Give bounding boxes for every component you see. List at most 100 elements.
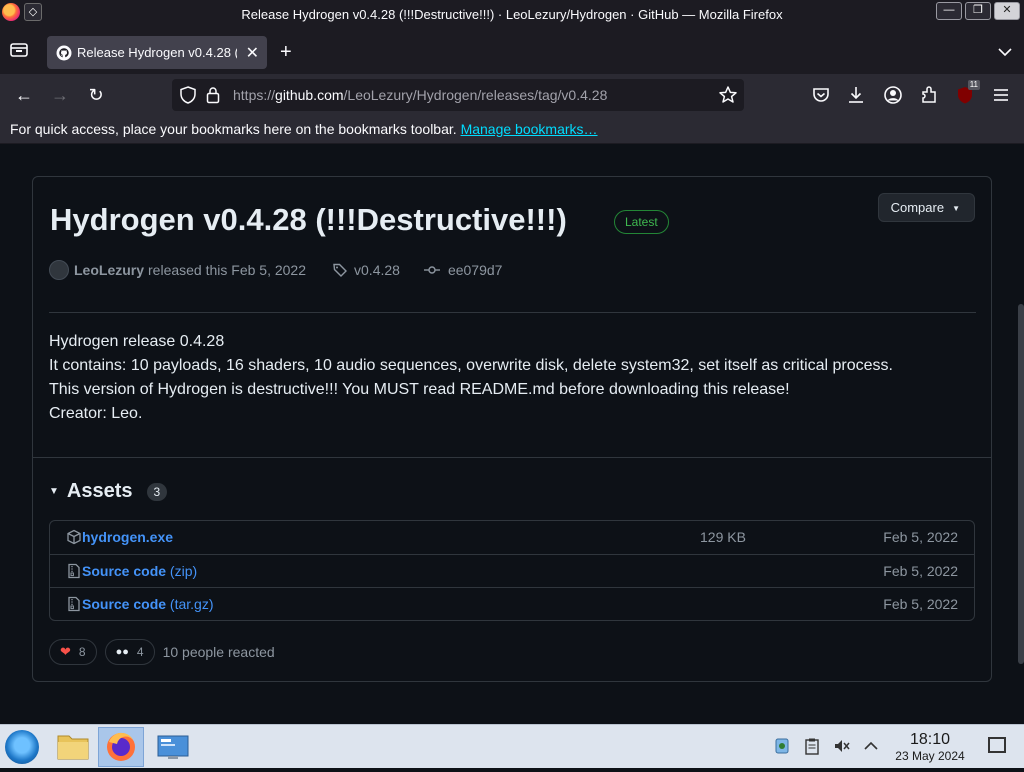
tag-label: v0.4.28 (354, 262, 400, 278)
asset-name: Source code (82, 596, 167, 612)
downloads-icon[interactable] (845, 84, 867, 106)
tab-strip: Release Hydrogen v0.4.28 (!!!Destructive… (0, 30, 1024, 74)
release-notes: Hydrogen release 0.4.28 It contains: 10 … (49, 330, 893, 426)
reaction-heart-button[interactable]: ❤ 8 (49, 639, 97, 665)
released-date-text: released this Feb 5, 2022 (148, 262, 307, 278)
extensions-icon[interactable] (918, 84, 940, 106)
tracking-protection-icon[interactable] (180, 86, 196, 104)
firefox-icon (107, 732, 135, 761)
assets-divider (33, 457, 991, 458)
tab-active[interactable]: Release Hydrogen v0.4.28 (!!!Destructive… (47, 36, 267, 69)
avatar[interactable] (49, 260, 69, 280)
network-tray-icon[interactable] (773, 737, 791, 755)
asset-date: Feb 5, 2022 (883, 563, 958, 579)
github-icon (56, 45, 72, 61)
commit-hash: ee079d7 (447, 262, 503, 278)
release-notes-line: This version of Hydrogen is destructive!… (49, 381, 790, 398)
assets-title: Assets (66, 480, 133, 502)
tab-label: Release Hydrogen v0.4.28 (!!!Destructive… (77, 45, 237, 60)
bookmark-star-icon[interactable] (718, 85, 738, 105)
reaction-count: 4 (136, 645, 144, 659)
assets-toggle[interactable]: ▼ Assets 3 (49, 480, 168, 503)
taskbar-file-manager[interactable] (50, 727, 96, 767)
bookmarks-hint-text: For quick access, place your bookmarks h… (10, 121, 457, 137)
release-card: Hydrogen v0.4.28 (!!!Destructive!!!) Lat… (32, 176, 992, 682)
release-notes-line: Creator: Leo. (49, 405, 143, 422)
heart-icon: ❤ (60, 644, 71, 659)
asset-date: Feb 5, 2022 (883, 596, 958, 612)
url-prefix: https:// (233, 87, 276, 103)
taskbar-firefox[interactable] (98, 727, 144, 767)
manage-bookmarks-link[interactable]: Manage bookmarks… (461, 121, 598, 137)
compare-label: Compare (890, 200, 945, 215)
tag-link[interactable]: v0.4.28 (332, 262, 400, 278)
asset-link[interactable]: hydrogen.exe (82, 529, 173, 545)
folder-icon (57, 735, 89, 760)
list-all-tabs-button[interactable] (998, 44, 1012, 62)
forward-button[interactable]: → (49, 84, 71, 106)
reactions: ❤ 8 ●● 4 10 people reacted (49, 639, 275, 665)
reaction-eyes-button[interactable]: ●● 4 (104, 639, 155, 665)
asset-ext: (zip) (166, 563, 198, 579)
window-title: Release Hydrogen v0.4.28 (!!!Destructive… (241, 7, 783, 22)
monitor-icon (157, 735, 189, 759)
reload-button[interactable]: ↻ (85, 84, 107, 106)
show-desktop-button[interactable] (988, 737, 1006, 753)
taskbar-clock[interactable]: 18:10 23 May 2024 (890, 731, 970, 763)
file-zip-icon (68, 596, 80, 612)
asset-name: Source code (82, 563, 167, 579)
back-button[interactable]: ← (13, 84, 35, 106)
minimize-button[interactable]: — (936, 2, 962, 20)
taskbar: 18:10 23 May 2024 (0, 724, 1024, 768)
release-notes-line: It contains: 10 payloads, 16 shaders, 10… (49, 357, 893, 374)
tab-close-button[interactable]: ✕ (246, 43, 259, 63)
asset-row: Source code (tar.gz) Feb 5, 2022 (50, 587, 974, 620)
author-link[interactable]: LeoLezury (74, 262, 144, 278)
divider (49, 312, 976, 313)
asset-list: hydrogen.exe 129 KB Feb 5, 2022 Source c… (49, 520, 975, 621)
taskbar-control-panel[interactable] (150, 727, 196, 767)
url-path: /LeoLezury/Hydrogen/releases/tag/v0.4.28 (343, 87, 608, 103)
firefox-view-button[interactable] (8, 42, 30, 62)
caret-down-icon: ▼ (952, 204, 960, 214)
close-window-button[interactable]: ✕ (994, 2, 1020, 20)
release-title[interactable]: Hydrogen v0.4.28 (!!!Destructive!!!) (50, 202, 567, 238)
assets-count-badge: 3 (146, 482, 168, 501)
git-commit-icon (423, 266, 440, 274)
triangle-down-icon: ▼ (49, 486, 59, 497)
page-scrollbar[interactable] (1018, 304, 1024, 664)
pocket-icon[interactable] (810, 84, 832, 106)
tag-icon (333, 263, 348, 277)
page-content: Hydrogen v0.4.28 (!!!Destructive!!!) Lat… (0, 144, 1024, 724)
url-bar[interactable]: https://github.com/LeoLezury/Hydrogen/re… (172, 79, 744, 111)
window-titlebar: ◇ Release Hydrogen v0.4.28 (!!!Destructi… (0, 0, 1024, 30)
asset-size: 129 KB (700, 529, 746, 545)
clock-time: 18:10 (909, 731, 951, 748)
url-text[interactable]: https://github.com/LeoLezury/Hydrogen/re… (233, 87, 607, 103)
asset-ext: (tar.gz) (166, 596, 214, 612)
clock-date: 23 May 2024 (895, 749, 965, 763)
release-notes-line: Hydrogen release 0.4.28 (49, 333, 225, 350)
hamburger-menu-icon[interactable] (990, 84, 1012, 106)
chevron-down-icon (998, 48, 1012, 57)
chevron-up-icon[interactable] (862, 737, 880, 755)
asset-link[interactable]: Source code (zip) (82, 563, 197, 579)
asset-link[interactable]: Source code (tar.gz) (82, 596, 214, 612)
asset-row: Source code (zip) Feb 5, 2022 (50, 554, 974, 587)
maximize-button[interactable]: ❐ (965, 2, 991, 20)
start-menu-button[interactable] (5, 730, 39, 764)
account-icon[interactable] (882, 84, 904, 106)
volume-muted-icon[interactable] (833, 737, 851, 755)
package-icon (67, 529, 81, 545)
commit-link[interactable]: ee079d7 (423, 262, 503, 278)
reaction-count: 8 (78, 645, 86, 659)
new-tab-button[interactable]: + (280, 42, 292, 62)
asset-row: hydrogen.exe 129 KB Feb 5, 2022 (50, 521, 974, 554)
window-controls: — ❐ ✕ (936, 2, 1020, 20)
compare-button[interactable]: Compare ▼ (877, 193, 975, 222)
clipboard-tray-icon[interactable] (803, 737, 821, 755)
release-meta: LeoLezury released this Feb 5, 2022 v0.4… (49, 259, 502, 281)
lock-icon[interactable] (206, 86, 220, 104)
asset-name: hydrogen.exe (82, 529, 174, 545)
ublock-extension-button[interactable]: 11 (954, 80, 980, 106)
